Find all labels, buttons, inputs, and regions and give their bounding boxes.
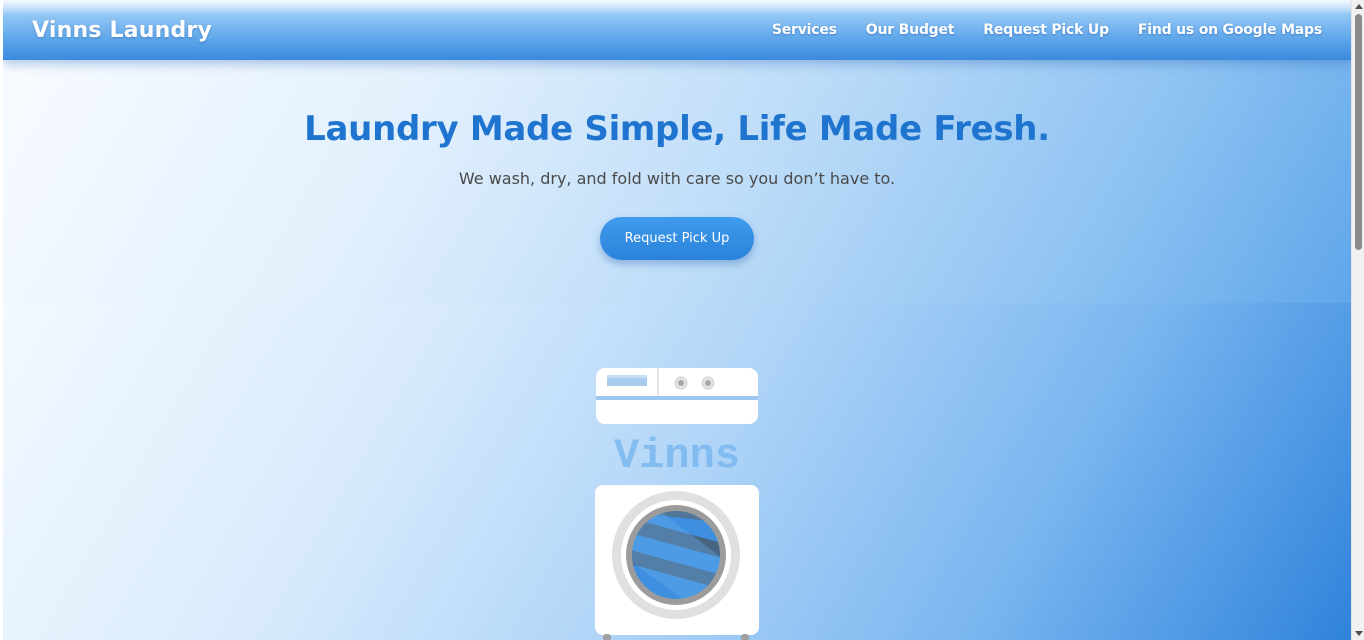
nav-link-request-pick-up[interactable]: Request Pick Up	[983, 22, 1109, 38]
showcase-section: Vinns	[3, 303, 1351, 640]
washing-machine-icon: Vinns	[595, 368, 759, 640]
hero-subtitle: We wash, dry, and fold with care so you …	[458, 169, 896, 188]
machine-foot-right	[741, 634, 749, 640]
hero-title: Laundry Made Simple, Life Made Fresh.	[304, 109, 1050, 149]
machine-stripe	[596, 396, 758, 400]
top-navbar: Vinns Laundry Services Our Budget Reques…	[3, 0, 1351, 60]
nav-link-google-maps[interactable]: Find us on Google Maps	[1138, 22, 1322, 38]
page: Vinns Laundry Services Our Budget Reques…	[3, 0, 1351, 640]
hero-section: Laundry Made Simple, Life Made Fresh. We…	[3, 60, 1351, 303]
scroll-thumb[interactable]	[1355, 14, 1362, 250]
brand-logo-text[interactable]: Vinns Laundry	[32, 18, 212, 43]
machine-brand-label: Vinns	[614, 432, 740, 480]
nav-link-services[interactable]: Services	[772, 22, 837, 38]
nav-links: Services Our Budget Request Pick Up Find…	[772, 22, 1322, 38]
vertical-scrollbar[interactable]	[1351, 0, 1364, 640]
scroll-down-arrow-icon[interactable]	[1355, 631, 1363, 636]
machine-foot-left	[603, 634, 611, 640]
request-pick-up-button[interactable]: Request Pick Up	[600, 217, 754, 260]
scroll-up-arrow-icon[interactable]	[1355, 4, 1363, 9]
nav-link-our-budget[interactable]: Our Budget	[866, 22, 955, 38]
